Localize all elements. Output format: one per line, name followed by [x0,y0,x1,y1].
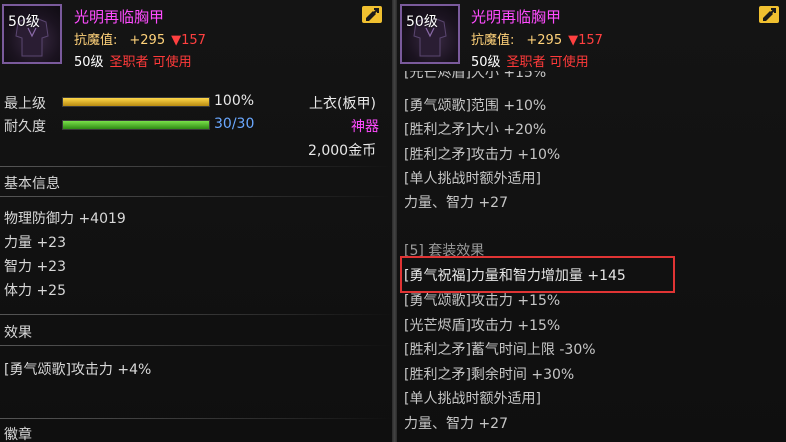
stat-physical-defense: 物理防御力 +4019 [4,211,126,227]
stat-positive: +295 [129,33,166,48]
level-badge: 50级 [8,14,40,30]
grade-bar [62,97,210,107]
edit-icon[interactable] [759,6,779,23]
stat-negative: ▼157 [171,33,206,48]
option-line: 力量、智力 +27 [404,195,508,211]
divider [0,418,392,419]
divider [0,314,392,315]
set-effect-line: [光芒烬盾]攻击力 +15% [404,318,561,334]
stat-label: 抗魔值: [74,33,118,48]
durability-bar [62,120,210,130]
item-tooltip-left: 50级 光明再临胸甲 抗魔值: +295 ▼157 50级 圣职者 可使用 最上级 1… [0,0,392,442]
item-icon: 50级 [400,4,460,64]
section-effects: 效果 [4,325,32,341]
option-line: [胜利之矛]大小 +20% [404,122,547,138]
level-badge: 50级 [406,14,438,30]
option-line: [勇气颂歌]范围 +10% [404,98,547,114]
slot-type: 上衣(板甲) [309,96,376,112]
option-line: [胜利之矛]攻击力 +10% [404,147,561,163]
magic-resist-line: 抗魔值: +295 ▼157 [471,29,603,48]
durability-label: 耐久度 [4,119,46,135]
required-level: 50级 [74,55,104,70]
stat-negative: ▼157 [568,33,603,48]
stat-label: 抗魔值: [471,33,515,48]
section-basic-info: 基本信息 [4,176,60,192]
set-effect-line: [勇气颂歌]攻击力 +15% [404,293,561,309]
set-effect-line: [胜利之矛]剩余时间 +30% [404,367,575,383]
rarity-label: 神器 [351,119,379,135]
durability-value: 30/30 [214,116,255,132]
item-header: 50级 光明再临胸甲 抗魔值: +295 ▼157 50级 圣职者 可使用 [0,0,392,70]
grade-bar-fill [63,98,209,106]
effect-line: [勇气颂歌]攻击力 +4% [4,362,152,378]
class-usable: 圣职者 可使用 [109,55,192,70]
requirement-line: 50级 圣职者 可使用 [471,51,589,70]
set-effect-line: [胜利之矛]蓄气时间上限 -30% [404,342,596,358]
item-icon: 50级 [2,4,62,64]
item-name: 光明再临胸甲 [471,8,562,26]
divider [0,196,392,197]
stat-intelligence: 智力 +23 [4,259,66,275]
stat-positive: +295 [526,33,563,48]
divider [0,345,392,346]
set-effect-title: [5] 套装效果 [404,243,485,259]
grade-value: 100% [214,93,255,109]
item-header: 50级 光明再临胸甲 抗魔值: +295 ▼157 50级 圣职者 可使用 [397,0,786,70]
divider [0,166,392,167]
option-line: [单人挑战时额外适用] [404,171,541,187]
set-effect-highlight: [勇气祝福]力量和智力增加量 +145 [404,268,626,284]
class-usable: 圣职者 可使用 [506,55,589,70]
price: 2,000金币 [308,143,377,159]
magic-resist-line: 抗魔值: +295 ▼157 [74,29,206,48]
stat-strength: 力量 +23 [4,235,66,251]
stat-vitality: 体力 +25 [4,283,66,299]
durability-bar-fill [63,121,209,129]
item-tooltip-right: 50级 光明再临胸甲 抗魔值: +295 ▼157 50级 圣职者 可使用 [光芒烬盾… [397,0,786,442]
grade-label: 最上级 [4,96,46,112]
item-name: 光明再临胸甲 [74,8,165,26]
required-level: 50级 [471,55,501,70]
edit-icon[interactable] [362,6,382,23]
section-emblem: 徽章 [4,427,32,442]
option-line-clipped: [光芒烬盾]大小 +15% [404,71,547,81]
set-effect-line: [单人挑战时额外适用] [404,391,541,407]
set-effect-line: 力量、智力 +27 [404,416,508,432]
requirement-line: 50级 圣职者 可使用 [74,51,192,70]
